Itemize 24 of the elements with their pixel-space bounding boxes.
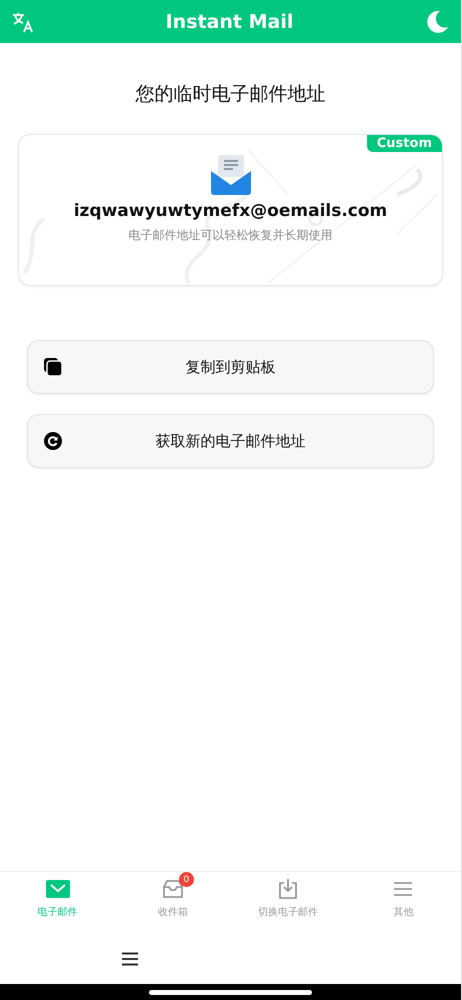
- tab-label: 其他: [393, 906, 414, 919]
- email-address: izqwawyuwtymefx@oemails.com: [74, 201, 388, 221]
- app-title: Instant Mail: [166, 10, 294, 32]
- custom-badge: Custom: [366, 135, 442, 152]
- tab-label: 电子邮件: [38, 906, 78, 919]
- download-icon: [278, 878, 298, 900]
- tab-item[interactable]: 电子邮件: [0, 876, 116, 934]
- address-note: 电子邮件地址可以轻松恢复并长期使用: [128, 227, 332, 244]
- page-heading: 您的临时电子邮件地址: [136, 82, 326, 107]
- menu-icon: [393, 881, 414, 897]
- open-envelope-icon: [210, 155, 252, 195]
- envelope-icon: [46, 880, 70, 898]
- count-badge: 0: [178, 872, 194, 887]
- copy-button[interactable]: 复制到剪贴板: [27, 340, 434, 394]
- home-indicator[interactable]: [149, 990, 312, 994]
- new-address-button[interactable]: 获取新的电子邮件地址: [27, 414, 434, 468]
- copy-icon: [43, 357, 63, 377]
- tab-item[interactable]: 其他: [346, 876, 461, 934]
- menu-icon[interactable]: [122, 952, 138, 966]
- tab-label: 收件箱: [158, 906, 188, 919]
- tab-item[interactable]: 切换电子邮件: [230, 876, 346, 934]
- tab-label: 切换电子邮件: [258, 906, 318, 919]
- inbox-icon: [162, 879, 184, 899]
- refresh-icon: [43, 431, 63, 451]
